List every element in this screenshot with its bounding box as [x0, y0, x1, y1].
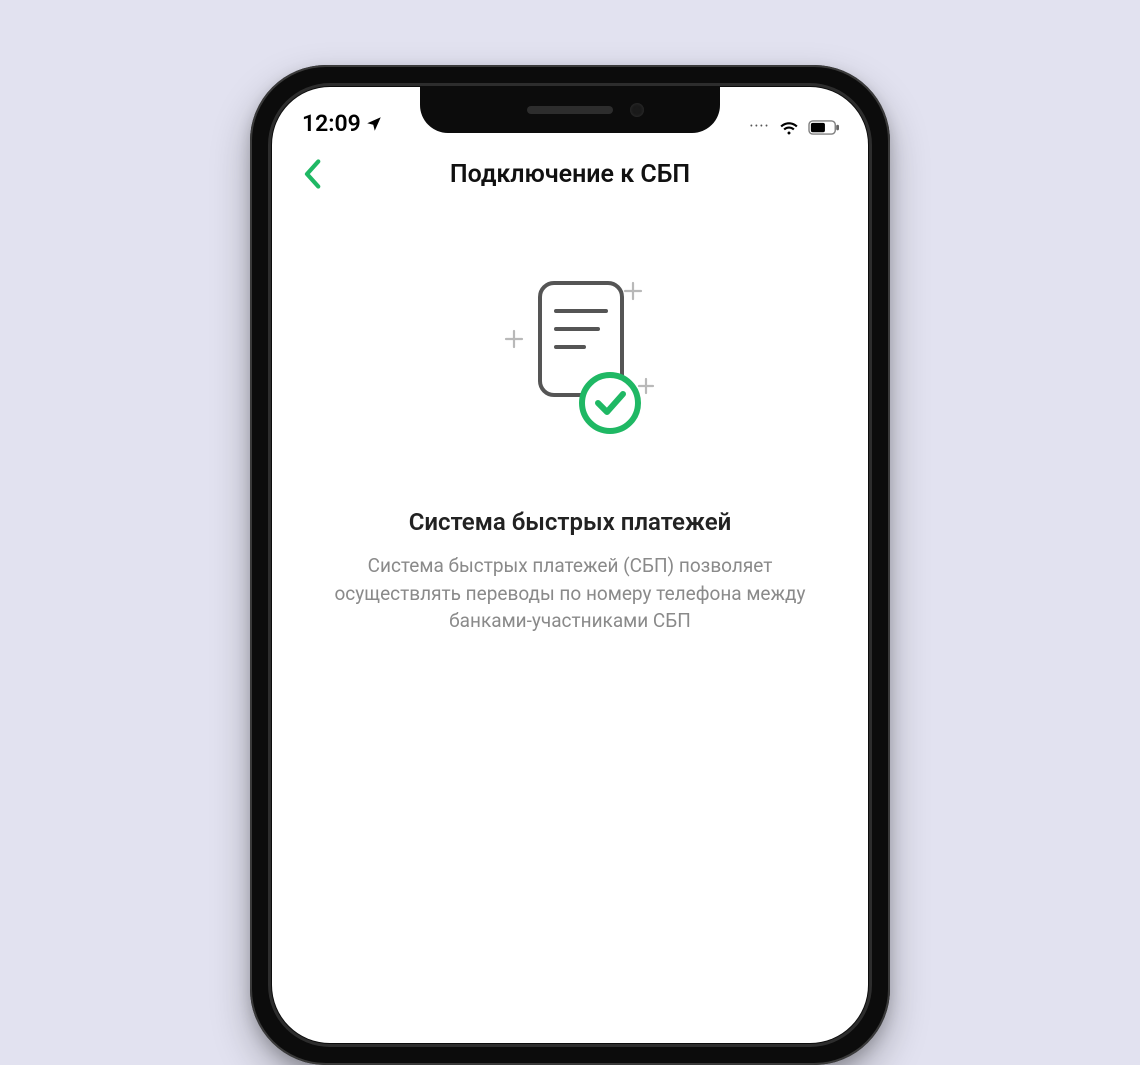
illustration: [320, 275, 820, 460]
document-check-icon: [470, 275, 670, 460]
back-button[interactable]: [294, 156, 330, 192]
status-time-area: 12:09: [302, 110, 383, 137]
cellular-icon: ••••: [750, 122, 770, 132]
screen: 12:09 ••••: [272, 87, 868, 1043]
speaker-grille: [527, 106, 613, 114]
chevron-left-icon: [303, 159, 321, 189]
notch: [420, 87, 720, 133]
nav-bar: Подключение к СБП: [272, 143, 868, 205]
content-description: Система быстрых платежей (СБП) позволяет…: [325, 552, 815, 635]
battery-icon: [808, 120, 840, 135]
status-icons: ••••: [750, 119, 840, 137]
wifi-icon: [778, 119, 800, 135]
nav-title: Подключение к СБП: [450, 160, 690, 189]
phone-bezel: 12:09 ••••: [268, 83, 872, 1047]
content-headline: Система быстрых платежей: [320, 508, 820, 536]
phone-frame: 12:09 ••••: [250, 65, 890, 1065]
content: Система быстрых платежей Система быстрых…: [272, 205, 868, 635]
location-arrow-icon: [365, 115, 383, 133]
status-time: 12:09: [302, 110, 361, 137]
front-camera: [630, 103, 644, 117]
